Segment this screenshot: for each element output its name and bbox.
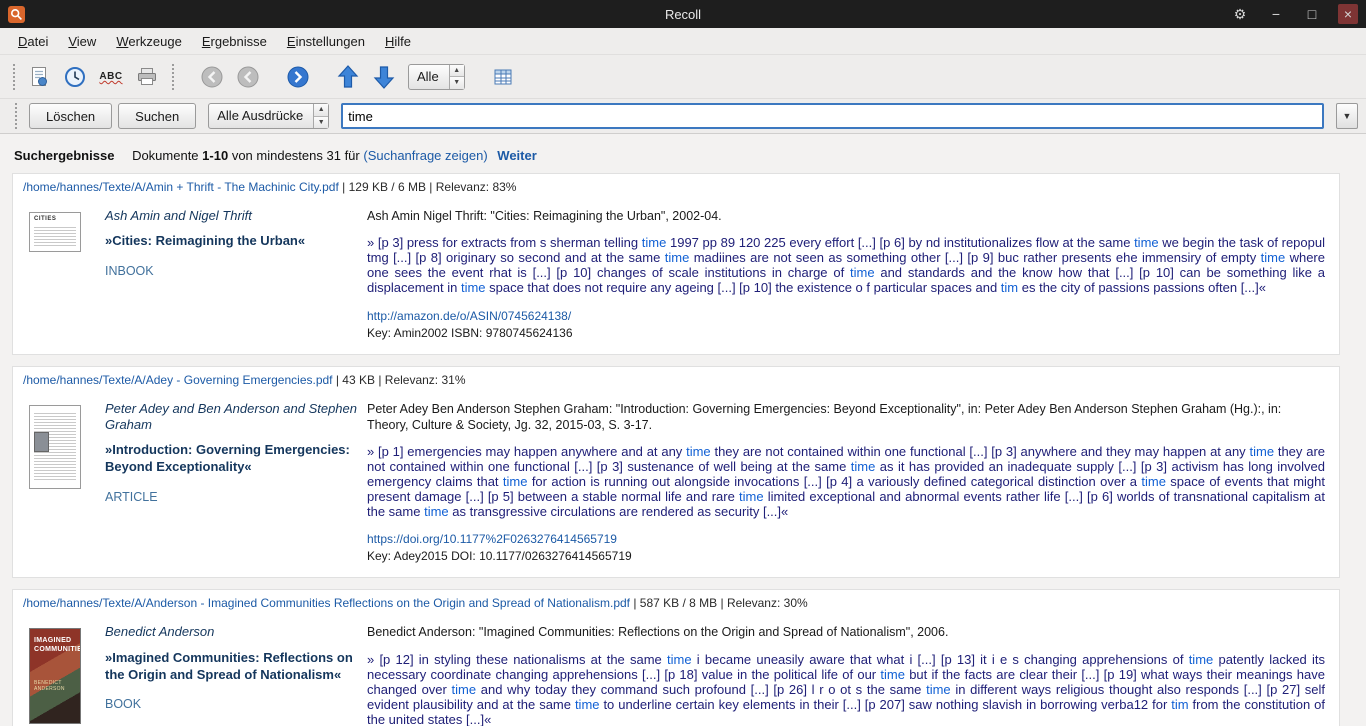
search-history-dropdown[interactable]: ▼ bbox=[1336, 103, 1358, 129]
nav-next-page-icon[interactable] bbox=[282, 61, 314, 93]
search-bar: Löschen Suchen Alle Ausdrücke ▲▼ ▼ bbox=[0, 99, 1366, 134]
toolbar-drag-handle[interactable] bbox=[11, 64, 16, 90]
result-thumbnail[interactable]: IMAGINED COMMUNITIES BENEDICT ANDERSON bbox=[29, 628, 81, 724]
result-meta: | 587 KB / 8 MB | Relevanz: 30% bbox=[630, 596, 808, 610]
result-title: »Introduction: Governing Emergencies: Be… bbox=[105, 442, 357, 476]
clear-button[interactable]: Löschen bbox=[29, 103, 112, 129]
search-input[interactable] bbox=[341, 103, 1324, 129]
toolbar: ABC Alle ▲▼ bbox=[0, 55, 1366, 99]
nav-previous-page-icon[interactable] bbox=[232, 61, 264, 93]
result-key: Key: Amin2002 ISBN: 9780745624136 bbox=[367, 326, 1325, 340]
search-button[interactable]: Suchen bbox=[118, 103, 196, 129]
result-thumbnail[interactable] bbox=[29, 405, 81, 489]
result-citation: Ash Amin Nigel Thrift: "Cities: Reimagin… bbox=[367, 208, 1325, 224]
menu-datei[interactable]: Datei bbox=[8, 30, 58, 53]
close-button[interactable]: × bbox=[1338, 4, 1358, 24]
result-key: Key: Adey2015 DOI: 10.1177/0263276414565… bbox=[367, 549, 1325, 563]
result-meta: | 43 KB | Relevanz: 31% bbox=[333, 373, 466, 387]
next-document-down-arrow-icon[interactable] bbox=[368, 61, 400, 93]
spinner-arrows-icon[interactable]: ▲▼ bbox=[449, 65, 464, 89]
titlebar: Recoll ⚙ − □ × bbox=[0, 0, 1366, 28]
result-table-view-icon[interactable] bbox=[487, 61, 519, 93]
recoll-app-icon bbox=[8, 6, 25, 23]
category-filter-select[interactable]: Alle ▲▼ bbox=[408, 64, 465, 90]
result-url-link[interactable]: http://amazon.de/o/ASIN/0745624138/ bbox=[367, 309, 571, 323]
spinner-arrows-icon[interactable]: ▲▼ bbox=[313, 104, 328, 128]
window-settings-gear-icon[interactable]: ⚙ bbox=[1230, 4, 1250, 24]
spellcheck-icon[interactable]: ABC bbox=[95, 61, 127, 93]
next-page-link[interactable]: Weiter bbox=[497, 148, 537, 163]
result-citation: Benedict Anderson: "Imagined Communities… bbox=[367, 624, 1325, 640]
menu-hilfe[interactable]: Hilfe bbox=[375, 30, 421, 53]
window-title: Recoll bbox=[0, 7, 1366, 22]
result-citation: Peter Adey Ben Anderson Stephen Graham: … bbox=[367, 401, 1325, 434]
result-path-link[interactable]: /home/hannes/Texte/A/Adey - Governing Em… bbox=[23, 373, 333, 387]
result-snippet: » [p 3] press for extracts from s sherma… bbox=[367, 235, 1325, 295]
previous-document-up-arrow-icon[interactable] bbox=[332, 61, 364, 93]
result-doctype: ARTICLE bbox=[105, 490, 357, 504]
menu-view[interactable]: View bbox=[58, 30, 106, 53]
result-card: /home/hannes/Texte/A/Adey - Governing Em… bbox=[12, 366, 1340, 579]
result-snippet: » [p 1] emergencies may happen anywhere … bbox=[367, 444, 1325, 519]
documents-label: Dokumente bbox=[132, 148, 198, 163]
result-title: »Cities: Reimagining the Urban« bbox=[105, 233, 357, 250]
print-icon[interactable] bbox=[131, 61, 163, 93]
result-path-row: /home/hannes/Texte/A/Anderson - Imagined… bbox=[13, 590, 1339, 614]
menubar: Datei View Werkzeuge Ergebnisse Einstell… bbox=[0, 28, 1366, 55]
result-meta: | 129 KB / 6 MB | Relevanz: 83% bbox=[339, 180, 517, 194]
menu-einstellungen[interactable]: Einstellungen bbox=[277, 30, 375, 53]
result-doctype: INBOOK bbox=[105, 264, 357, 278]
search-mode-select[interactable]: Alle Ausdrücke ▲▼ bbox=[208, 103, 329, 129]
results-title: Suchergebnisse bbox=[14, 148, 114, 163]
result-title: »Imagined Communities: Reflections on th… bbox=[105, 650, 357, 684]
menu-ergebnisse[interactable]: Ergebnisse bbox=[192, 30, 277, 53]
result-authors: Benedict Anderson bbox=[105, 624, 357, 640]
result-card: /home/hannes/Texte/A/Amin + Thrift - The… bbox=[12, 173, 1340, 355]
result-authors: Ash Amin and Nigel Thrift bbox=[105, 208, 357, 224]
result-authors: Peter Adey and Ben Anderson and Stephen … bbox=[105, 401, 357, 434]
result-path-link[interactable]: /home/hannes/Texte/A/Amin + Thrift - The… bbox=[23, 180, 339, 194]
results-area: Suchergebnisse Dokumente 1-10 von mindes… bbox=[0, 134, 1366, 726]
result-path-link[interactable]: /home/hannes/Texte/A/Anderson - Imagined… bbox=[23, 596, 630, 610]
results-header: Suchergebnisse Dokumente 1-10 von mindes… bbox=[12, 144, 1340, 173]
show-query-link[interactable]: (Suchanfrage zeigen) bbox=[363, 148, 487, 163]
result-range: 1-10 bbox=[202, 148, 228, 163]
history-clock-icon[interactable] bbox=[59, 61, 91, 93]
result-card: /home/hannes/Texte/A/Anderson - Imagined… bbox=[12, 589, 1340, 726]
toolbar-drag-handle[interactable] bbox=[170, 64, 175, 90]
nav-first-page-icon[interactable] bbox=[196, 61, 228, 93]
menu-werkzeuge[interactable]: Werkzeuge bbox=[106, 30, 192, 53]
result-count-text: von mindestens 31 für bbox=[232, 148, 360, 163]
result-doctype: BOOK bbox=[105, 697, 357, 711]
result-path-row: /home/hannes/Texte/A/Amin + Thrift - The… bbox=[13, 174, 1339, 198]
clear-search-icon[interactable] bbox=[23, 61, 55, 93]
result-thumbnail[interactable]: CITIES bbox=[29, 212, 81, 252]
maximize-button[interactable]: □ bbox=[1302, 4, 1322, 24]
result-url-link[interactable]: https://doi.org/10.1177%2F02632764145657… bbox=[367, 532, 617, 546]
result-path-row: /home/hannes/Texte/A/Adey - Governing Em… bbox=[13, 367, 1339, 391]
minimize-button[interactable]: − bbox=[1266, 4, 1286, 24]
searchbar-drag-handle[interactable] bbox=[13, 103, 18, 129]
result-snippet: » [p 12] in styling these nationalisms a… bbox=[367, 652, 1325, 726]
